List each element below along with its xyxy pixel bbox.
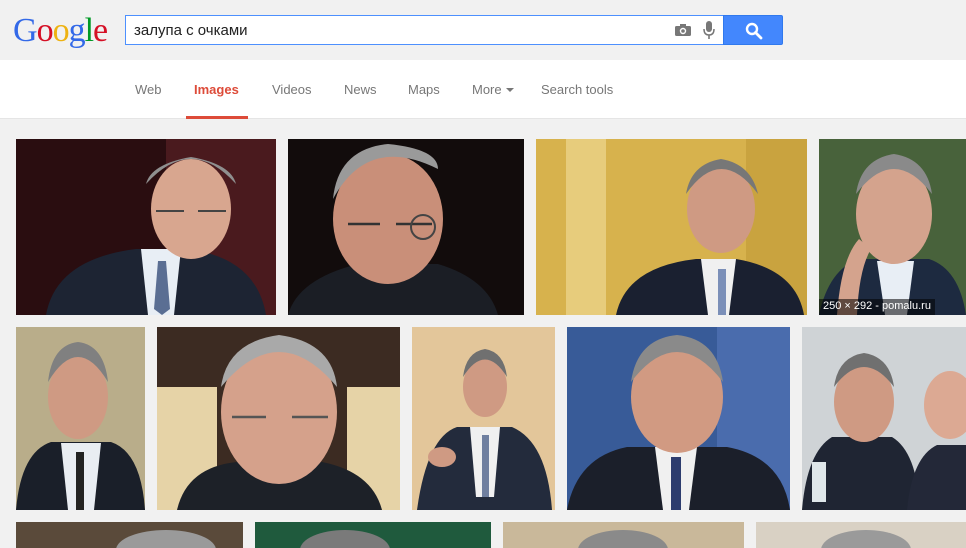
image-result[interactable] [503,522,744,548]
search-input[interactable] [134,16,664,44]
image-size-caption: 250 × 292 - pomalu.ru [819,299,935,315]
tab-more-label: More [472,82,502,97]
google-logo[interactable]: Google [13,12,108,49]
chevron-down-icon [505,87,514,92]
result-thumbnail [157,327,400,510]
result-thumbnail [567,327,790,510]
image-result[interactable] [536,139,807,315]
result-thumbnail [802,327,966,510]
search-button[interactable] [723,15,783,45]
image-result[interactable] [16,139,276,315]
image-result[interactable] [756,522,966,548]
image-result[interactable] [288,139,524,315]
image-result[interactable] [255,522,491,548]
microphone-icon[interactable] [703,21,715,40]
image-result[interactable] [802,327,966,510]
logo-letter: g [68,12,86,49]
result-thumbnail [16,139,276,315]
image-result[interactable] [412,327,555,510]
image-result[interactable] [16,522,243,548]
result-thumbnail [412,327,555,510]
tab-web[interactable]: Web [135,82,162,97]
tab-images[interactable]: Images [194,82,239,97]
tab-more[interactable]: More [472,82,514,97]
search-box [125,15,723,45]
logo-letter: e [93,12,108,49]
active-tab-indicator [186,116,248,119]
image-result[interactable] [567,327,790,510]
logo-letter: o [52,12,70,49]
logo-letter: G [13,12,38,49]
image-result[interactable]: 250 × 292 - pomalu.ru [819,139,966,315]
image-result[interactable] [157,327,400,510]
result-thumbnail [819,139,966,315]
result-thumbnail [16,327,145,510]
result-thumbnail [255,522,491,548]
search-nav: Web Images Videos News Maps More Search … [0,60,966,119]
result-thumbnail [756,522,966,548]
tab-videos[interactable]: Videos [272,82,312,97]
tab-maps[interactable]: Maps [408,82,440,97]
image-result[interactable] [16,327,145,510]
top-bar: Google [0,0,966,60]
result-thumbnail [288,139,524,315]
result-thumbnail [536,139,807,315]
tab-news[interactable]: News [344,82,377,97]
search-icon [745,22,763,40]
result-thumbnail [16,522,243,548]
result-thumbnail [503,522,744,548]
logo-letter: l [84,12,95,49]
image-results-grid: 250 × 292 - pomalu.ru [0,120,966,548]
logo-letter: o [36,12,54,49]
camera-icon[interactable] [674,23,692,37]
tab-search-tools[interactable]: Search tools [541,82,613,97]
